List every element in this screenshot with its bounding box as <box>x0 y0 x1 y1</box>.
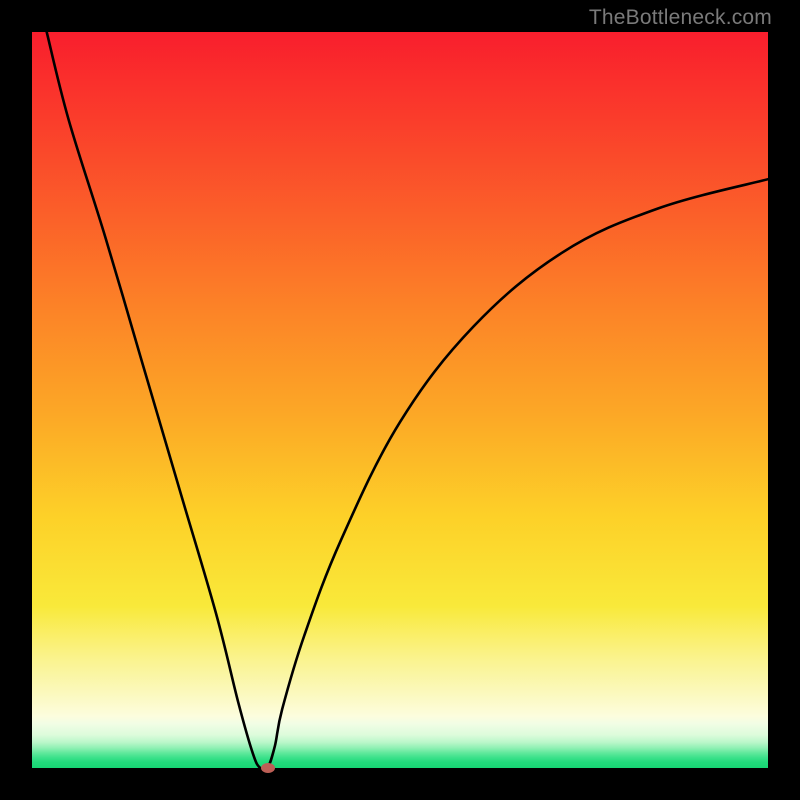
watermark-text: TheBottleneck.com <box>589 6 772 30</box>
chart-frame: TheBottleneck.com <box>0 0 800 800</box>
minimum-marker <box>261 763 275 773</box>
bottleneck-curve <box>47 32 768 768</box>
plot-area <box>32 32 768 768</box>
curve-svg <box>32 32 768 768</box>
